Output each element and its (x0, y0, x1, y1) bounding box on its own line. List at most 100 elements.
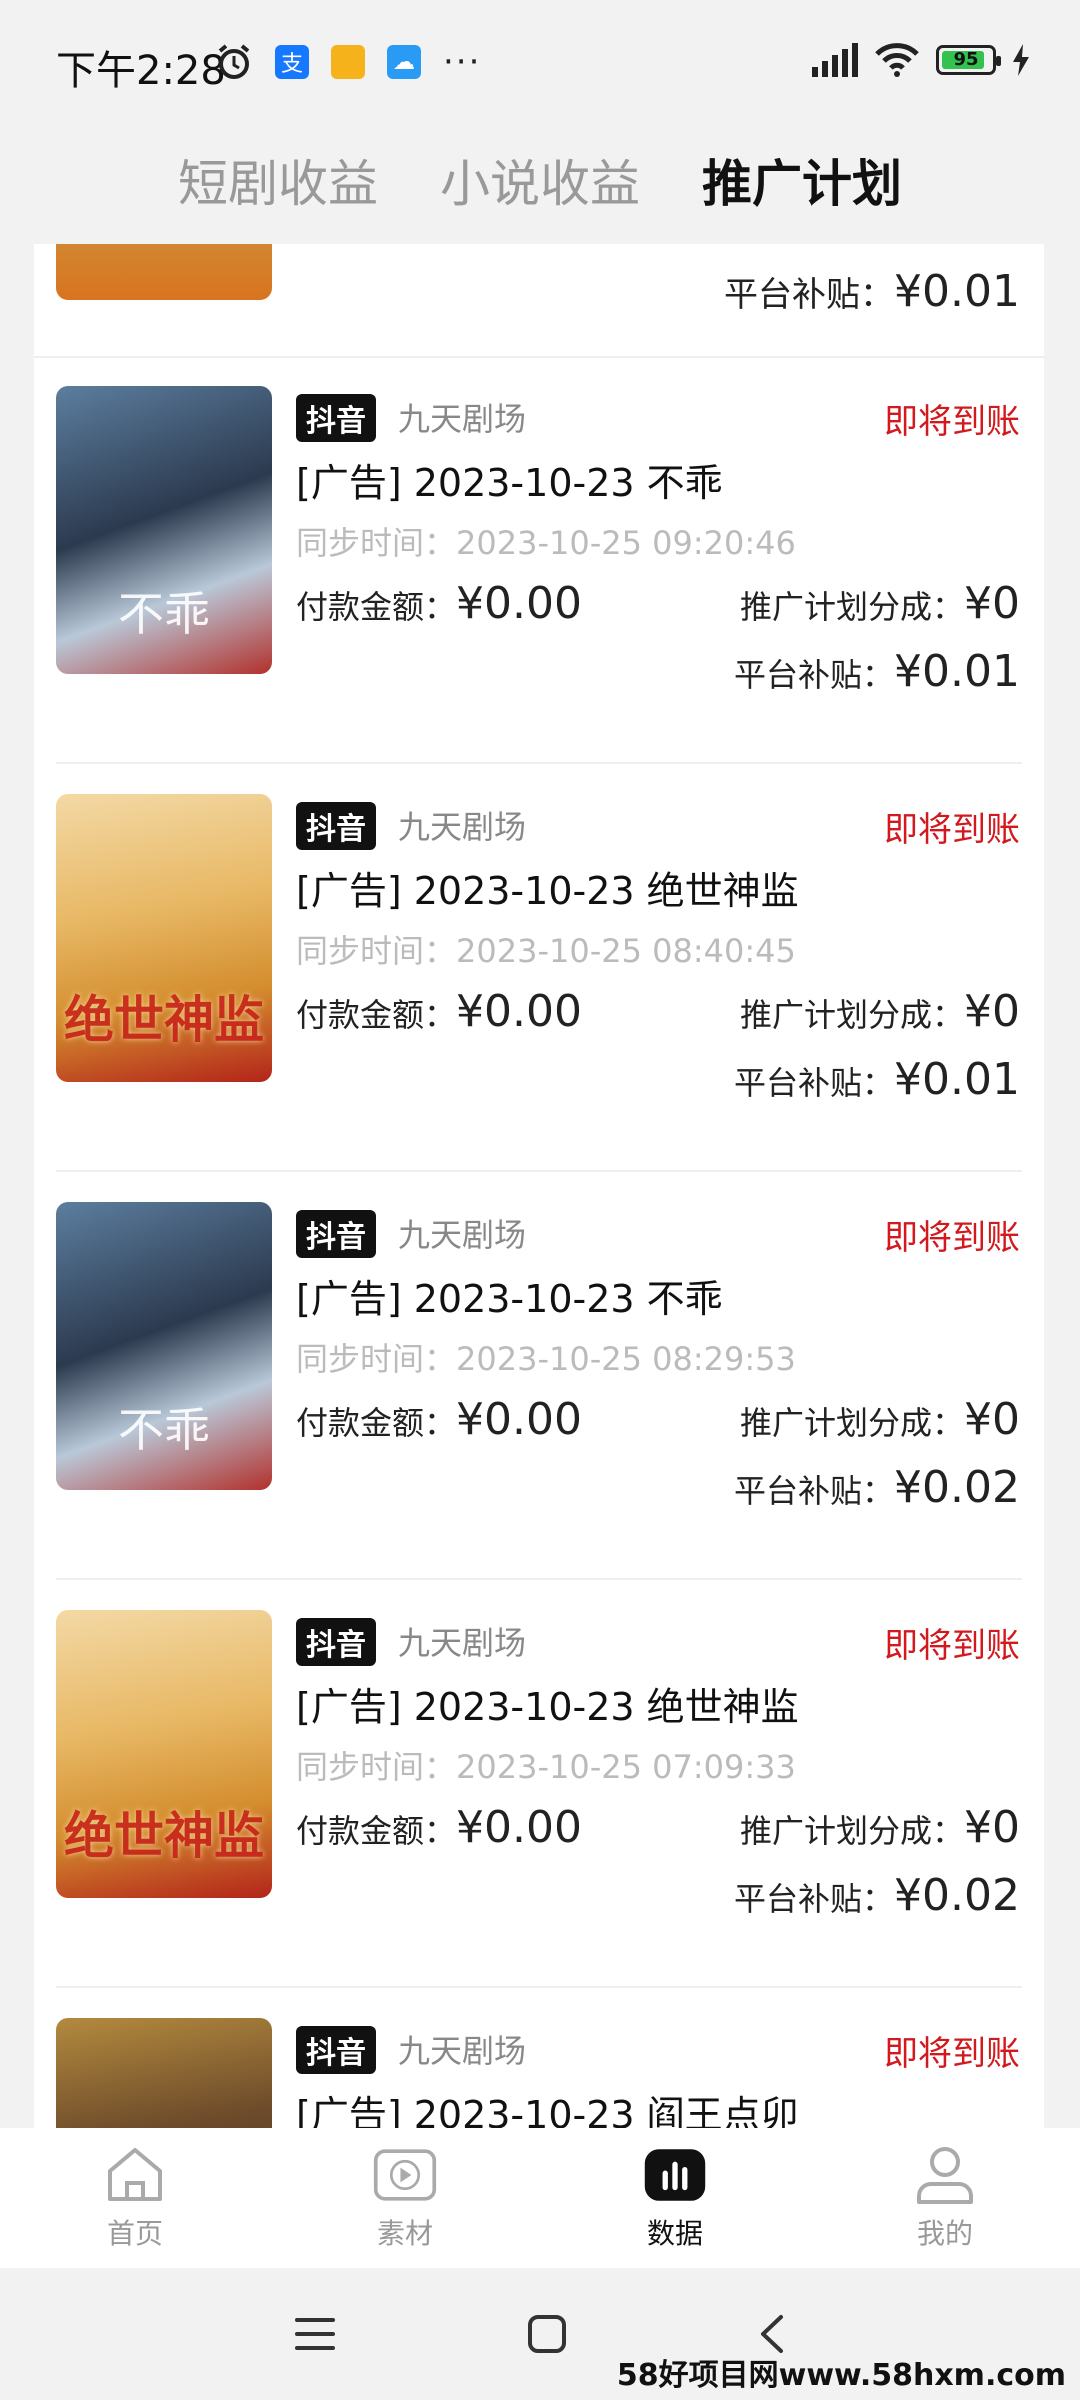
drama-poster: 不乖 (56, 386, 272, 674)
payment-value: ¥0.00 (456, 986, 582, 1037)
item-title: [广告] 2023-10-23 绝世神监 (296, 869, 799, 913)
drama-poster: 绝世神监 (56, 1610, 272, 1898)
notification-icons: 支 ☁ ··· (215, 42, 481, 82)
list-item[interactable]: 不乖 抖音 九天剧场 即将到账 [广告] 2023-10-23 不乖 同步时间：… (34, 356, 1044, 764)
platform-subsidy: 平台补贴：¥0.01 (724, 266, 1020, 317)
payment-amount: 付款金额：¥0.00 (296, 1394, 582, 1445)
promotion-share: 推广计划分成：¥0 (740, 578, 1020, 629)
poster-title: 绝世神监 (64, 1806, 264, 1865)
payment-label: 付款金额： (296, 996, 457, 1034)
status-badge: 即将到账 (884, 810, 1020, 850)
subsidy-label: 平台补贴： (734, 1064, 895, 1102)
platform-badge: 抖音 (296, 2026, 376, 2074)
payment-value: ¥0.00 (456, 578, 582, 629)
share-label: 推广计划分成： (739, 1404, 964, 1442)
platform-subsidy: 平台补贴：¥0.02 (734, 1870, 1020, 1921)
earnings-list[interactable]: 平台补贴：¥0.01 不乖 抖音 九天剧场 即将到账 [广告] 2023-10-… (34, 244, 1044, 2128)
list-item[interactable]: 抖音 九天剧场 即将到账 [广告] 2023-10-23 阎王点卯 (34, 1988, 1044, 2128)
alipay-icon: 支 (275, 45, 309, 79)
platform-subsidy: 平台补贴：¥0.02 (734, 1462, 1020, 1513)
source-name: 九天剧场 (398, 1216, 527, 1254)
source-name: 九天剧场 (398, 808, 527, 846)
item-title: [广告] 2023-10-23 阎王点卯 (296, 2093, 799, 2128)
back-icon[interactable] (757, 2313, 787, 2355)
menu-icon[interactable] (293, 2314, 337, 2354)
item-title: [广告] 2023-10-23 不乖 (296, 461, 723, 505)
drama-poster: 绝世神监 (56, 794, 272, 1082)
promotion-share: 推广计划分成：¥0 (740, 986, 1020, 1037)
platform-badge: 抖音 (296, 1618, 376, 1666)
tab-drama-earnings[interactable]: 短剧收益 (178, 144, 378, 216)
clock: 下午2:28 (56, 48, 226, 94)
payment-amount: 付款金额：¥0.00 (296, 578, 582, 629)
subsidy-label: 平台补贴： (734, 1880, 895, 1918)
poster-title: 绝世神监 (64, 990, 264, 1049)
payment-label: 付款金额： (296, 1812, 457, 1850)
payment-label: 付款金额： (296, 1404, 457, 1442)
subsidy-value: ¥0.02 (894, 1870, 1020, 1921)
battery-icon: 95 (936, 45, 1001, 75)
platform-subsidy: 平台补贴：¥0.01 (734, 1054, 1020, 1105)
nav-data[interactable]: 数据 (540, 2128, 810, 2268)
sync-time: 同步时间：2023-10-25 09:20:46 (296, 524, 796, 562)
share-label: 推广计划分成： (739, 588, 964, 626)
tab-promotion-plan[interactable]: 推广计划 (702, 144, 902, 216)
list-item[interactable]: 绝世神监 抖音 九天剧场 即将到账 [广告] 2023-10-23 绝世神监 同… (34, 1580, 1044, 1988)
nav-label: 首页 (106, 2217, 163, 2250)
sync-time: 同步时间：2023-10-25 08:40:45 (296, 932, 796, 970)
watermark: 58好项目网www.58hxm.com (616, 2358, 1066, 2393)
payment-amount: 付款金额：¥0.00 (296, 1802, 582, 1853)
poster-title: 不乖 (118, 1403, 210, 1457)
source-name: 九天剧场 (398, 1624, 527, 1662)
nav-home[interactable]: 首页 (0, 2128, 270, 2268)
subsidy-label: 平台补贴： (734, 1472, 895, 1510)
cloud-icon: ☁ (387, 45, 421, 79)
subsidy-value: ¥0.02 (894, 1462, 1020, 1513)
video-icon (373, 2144, 437, 2206)
sync-time: 同步时间：2023-10-25 08:29:53 (296, 1340, 796, 1378)
list-item[interactable]: 不乖 抖音 九天剧场 即将到账 [广告] 2023-10-23 不乖 同步时间：… (34, 1172, 1044, 1580)
share-value: ¥0 (964, 578, 1020, 629)
status-badge: 即将到账 (884, 402, 1020, 442)
source-name: 九天剧场 (398, 400, 527, 438)
platform-badge: 抖音 (296, 802, 376, 850)
list-item[interactable]: 绝世神监 抖音 九天剧场 即将到账 [广告] 2023-10-23 绝世神监 同… (34, 764, 1044, 1172)
poster-title: 不乖 (118, 587, 210, 641)
subsidy-value: ¥0.01 (894, 646, 1020, 697)
signal-icon (812, 43, 858, 77)
top-tabs: 短剧收益 小说收益 推广计划 (0, 120, 1080, 240)
home-button-icon[interactable] (527, 2314, 567, 2354)
share-label: 推广计划分成： (739, 1812, 964, 1850)
bottom-nav: 首页 素材 数据 我的 (0, 2128, 1080, 2268)
item-title: [广告] 2023-10-23 绝世神监 (296, 1685, 799, 1729)
status-bar: 下午2:28 支 ☁ ··· 95 (0, 0, 1080, 120)
share-value: ¥0 (964, 1394, 1020, 1445)
promotion-share: 推广计划分成：¥0 (740, 1802, 1020, 1853)
status-badge: 即将到账 (884, 1626, 1020, 1666)
user-icon (913, 2144, 977, 2206)
status-badge: 即将到账 (884, 1218, 1020, 1258)
source-name: 九天剧场 (398, 2032, 527, 2070)
wifi-icon (875, 43, 919, 77)
platform-badge: 抖音 (296, 394, 376, 442)
nav-materials[interactable]: 素材 (270, 2128, 540, 2268)
status-badge: 即将到账 (884, 2034, 1020, 2074)
more-notifications-icon: ··· (443, 42, 482, 82)
system-icons: 95 (812, 42, 1030, 78)
promotion-share: 推广计划分成：¥0 (740, 1394, 1020, 1445)
subsidy-label: 平台补贴： (724, 275, 895, 315)
share-value: ¥0 (964, 1802, 1020, 1853)
message-icon (331, 45, 365, 79)
subsidy-value: ¥0.01 (894, 266, 1020, 317)
drama-poster: 不乖 (56, 1202, 272, 1490)
platform-badge: 抖音 (296, 1210, 376, 1258)
nav-label: 数据 (646, 2217, 703, 2250)
tab-novel-earnings[interactable]: 小说收益 (440, 144, 640, 216)
payment-amount: 付款金额：¥0.00 (296, 986, 582, 1037)
nav-mine[interactable]: 我的 (810, 2128, 1080, 2268)
subsidy-value: ¥0.01 (894, 1054, 1020, 1105)
item-title: [广告] 2023-10-23 不乖 (296, 1277, 723, 1321)
list-item[interactable]: 平台补贴：¥0.01 (34, 244, 1044, 358)
chart-icon (643, 2144, 707, 2206)
drama-poster (56, 2018, 272, 2128)
